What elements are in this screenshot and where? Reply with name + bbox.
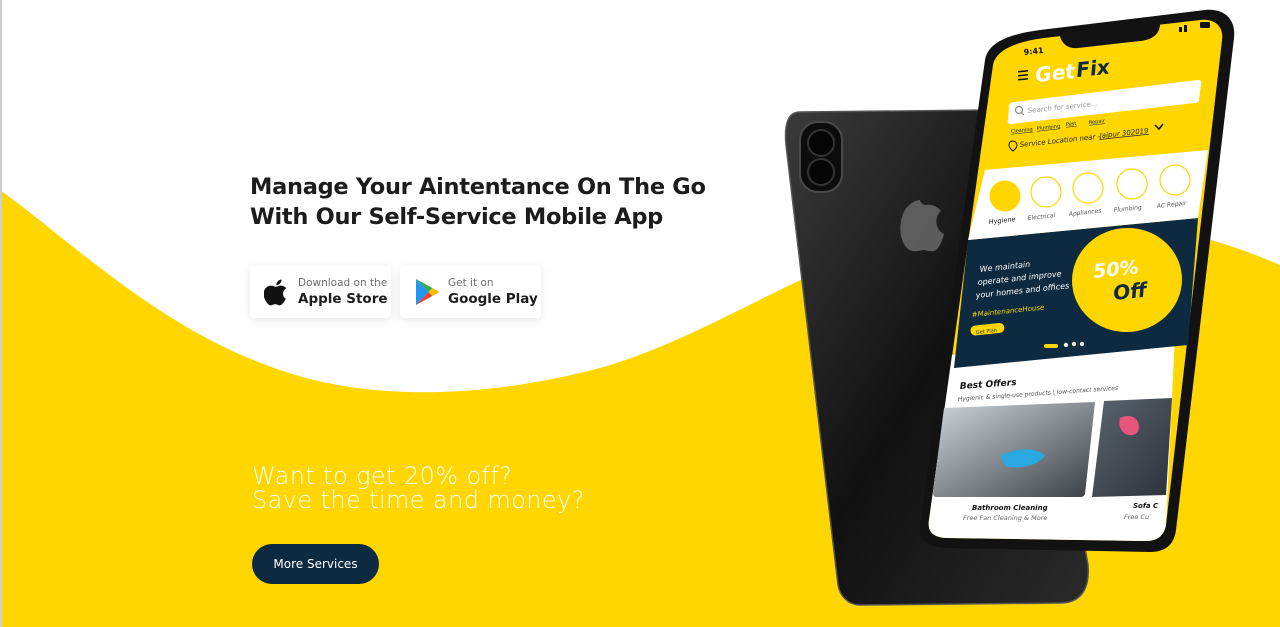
menu-icon[interactable] (1017, 69, 1029, 81)
google-play-label: Google Play (448, 290, 538, 307)
camera-lens-top (807, 129, 835, 157)
offer-card-sofa-image[interactable] (1092, 398, 1172, 497)
google-play-button[interactable]: Get it on Google Play (400, 266, 541, 318)
offer-card-bathroom-title: Bathroom Cleaning (972, 504, 1048, 512)
hero-headline: Manage Your Aintentance On The Go With O… (250, 172, 730, 232)
apple-store-button[interactable]: Download on the Apple Store (250, 266, 391, 318)
apple-store-small-label: Download on the (298, 276, 388, 289)
offer-line-2: Save the time and money? (252, 486, 585, 514)
offer-line-1: Want to get 20% off? (252, 462, 513, 490)
brand-logo-get: Get (1034, 59, 1077, 87)
page-left-border (0, 0, 2, 627)
phone-mockups: 9:41 Get Fix Search for service... Clean… (784, 9, 1235, 606)
quick-link-pest[interactable]: Pest (1066, 121, 1077, 128)
camera-lens-bottom (807, 158, 835, 186)
offer-text: Want to get 20% off? Save the time and m… (252, 464, 585, 512)
more-services-button[interactable]: More Services (252, 544, 379, 584)
offer-card-sofa-title: Sofa C (1133, 502, 1159, 510)
banner-discount-off: Off (1112, 277, 1150, 305)
offer-card-bathroom-image[interactable] (933, 402, 1095, 497)
google-play-small-label: Get it on (448, 276, 494, 289)
offer-card-sofa-subtitle: Free Cu (1124, 513, 1149, 521)
category-hygiene[interactable]: Hygiene (988, 180, 1021, 226)
offer-card-bathroom-subtitle: Free Fan Cleaning & More (963, 514, 1047, 522)
apple-icon (264, 279, 287, 306)
hero-headline-line-2: With Our Self-Service Mobile App (250, 204, 663, 230)
front-phone: 9:41 Get Fix Search for service... Clean… (919, 9, 1235, 552)
hero-headline-line-1: Manage Your Aintentance On The Go (250, 174, 706, 200)
apple-store-label: Apple Store (298, 290, 388, 307)
google-play-icon (416, 279, 439, 305)
brand-logo-fix: Fix (1075, 54, 1112, 81)
